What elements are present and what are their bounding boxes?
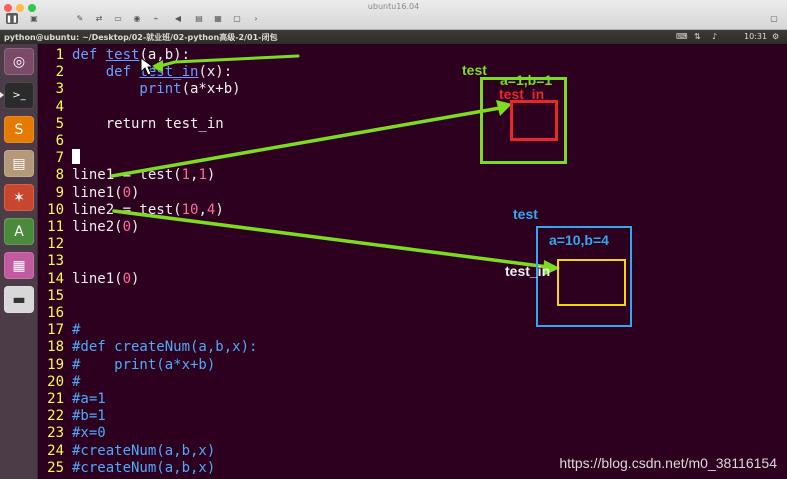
inner-box-1 (510, 100, 558, 141)
box1-inner-label: test_in (499, 86, 545, 102)
box2-inner-label: test_in (505, 263, 551, 279)
box2-outer-label: test (513, 206, 538, 222)
mouse-pointer-icon (140, 57, 155, 76)
annotation-arrows (110, 54, 560, 276)
annotation-overlay: test a=1,b=1 test_in test a=10,b=4 test_… (0, 0, 787, 479)
arrow-line1-to-box1 (110, 100, 512, 178)
inner-box-2 (557, 259, 626, 306)
box1-outer-label: test (462, 62, 487, 78)
watermark: https://blog.csdn.net/m0_38116154 (559, 455, 777, 471)
arrow-to-test-in-definition (150, 54, 300, 72)
box2-params-label: a=10,b=4 (549, 232, 609, 248)
text-cursor (72, 149, 80, 164)
arrow-line2-to-box2 (112, 209, 560, 276)
